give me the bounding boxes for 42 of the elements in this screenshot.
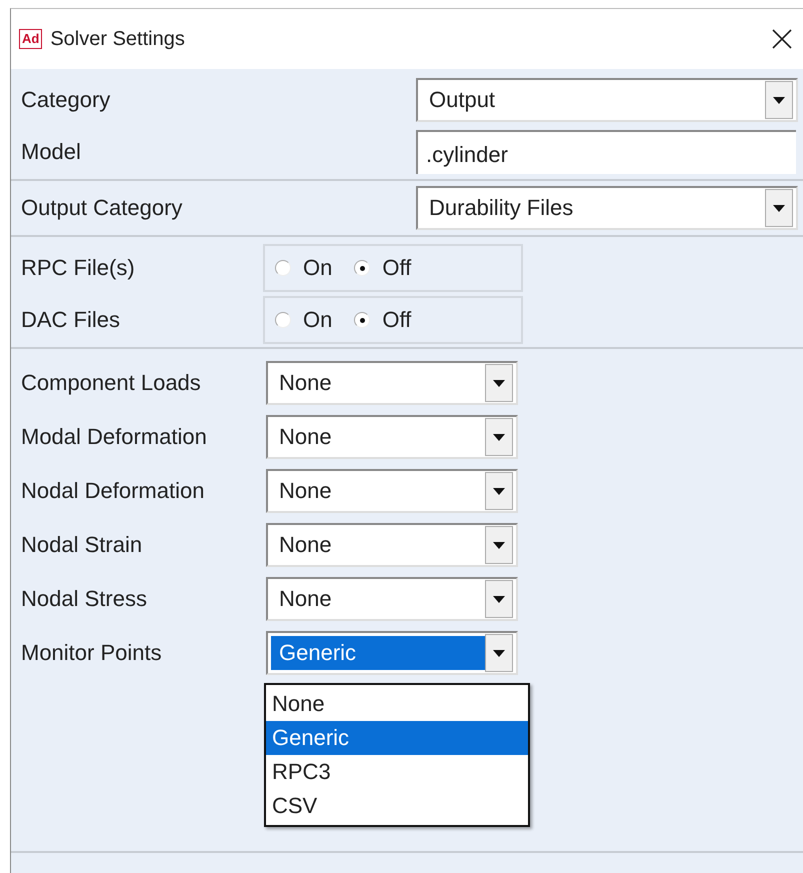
app-logo: Ad	[19, 29, 42, 49]
dropdown-field[interactable]: None	[266, 523, 518, 567]
field-label: Modal Deformation	[21, 424, 208, 450]
dropdown-field[interactable]: None	[266, 361, 518, 405]
radio-button[interactable]	[275, 312, 291, 328]
caret-icon	[493, 380, 505, 386]
radio-button[interactable]	[275, 260, 291, 276]
field-label: Model	[21, 139, 82, 165]
text-field[interactable]: .cylinder	[416, 130, 796, 174]
dropdown-option[interactable]: Generic	[266, 721, 528, 755]
field-label: Nodal Stress	[21, 586, 148, 612]
radio-button[interactable]	[354, 312, 370, 328]
caret-icon	[773, 96, 785, 104]
radio-option[interactable]: On	[275, 307, 332, 333]
field-label: Nodal Deformation	[21, 478, 206, 504]
dropdown-option[interactable]: RPC3	[266, 755, 528, 789]
close-icon[interactable]	[771, 28, 793, 50]
dropdown-field[interactable]: None	[266, 469, 518, 513]
radio-option[interactable]: Off	[354, 255, 412, 281]
field-label: Component Loads	[21, 370, 202, 396]
window-title: Solver Settings	[50, 28, 186, 50]
field-label: Nodal Strain	[21, 532, 144, 558]
caret-icon	[493, 434, 505, 440]
field-label: DAC Files	[21, 307, 122, 333]
dropdown-field[interactable]: Output	[416, 78, 798, 122]
field-label: Monitor Points	[21, 640, 163, 666]
dropdown-field[interactable]: None	[266, 577, 518, 621]
dropdown-option[interactable]: None	[266, 687, 528, 721]
field-label: Output Category	[21, 195, 184, 221]
caret-icon	[493, 542, 505, 548]
field-label: RPC File(s)	[21, 255, 136, 281]
radio-option[interactable]: On	[275, 255, 332, 281]
field-label: Category	[21, 87, 112, 113]
caret-icon	[493, 596, 505, 602]
caret-icon	[773, 204, 785, 212]
radio-button[interactable]	[354, 260, 370, 276]
caret-icon	[493, 488, 505, 494]
dropdown-field[interactable]: Durability Files	[416, 186, 798, 230]
dropdown-option[interactable]: CSV	[266, 789, 528, 823]
dropdown-field[interactable]: None	[266, 415, 518, 459]
radio-option[interactable]: Off	[354, 307, 412, 333]
caret-icon	[493, 650, 505, 656]
